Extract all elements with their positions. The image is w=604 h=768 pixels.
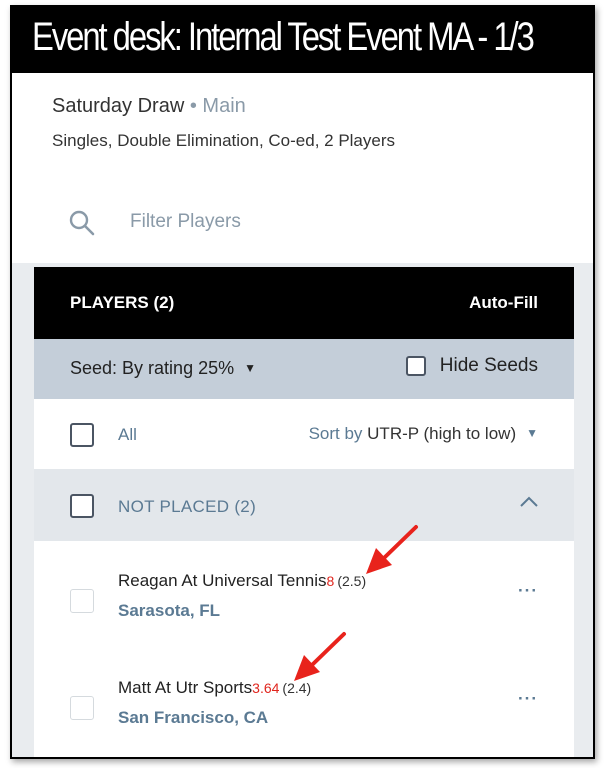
sort-by-label: Sort by [308, 424, 363, 443]
screenshot-frame: Event desk: Internal Test Event MA - 1/3… [10, 5, 595, 759]
draw-title: Saturday Draw [52, 95, 185, 117]
caret-down-icon: ▼ [244, 361, 256, 375]
not-placed-checkbox[interactable] [70, 494, 94, 518]
players-panel-header: PLAYERS (2) Auto-Fill [34, 267, 574, 339]
player-location: San Francisco, CA [118, 708, 269, 727]
annotation-arrow-icon [294, 632, 346, 681]
player-name-line: Matt At Utr Sports3.64 (2.4) [118, 678, 311, 698]
select-all-label[interactable]: All [118, 425, 137, 445]
draw-name: Saturday Draw • Main [52, 95, 246, 118]
sort-value: UTR-P (high to low) [367, 424, 517, 443]
player-checkbox[interactable] [70, 589, 94, 613]
draw-separator: • [189, 95, 197, 117]
auto-fill-button[interactable]: Auto-Fill [469, 293, 538, 313]
more-options-button[interactable]: ··· [518, 689, 538, 709]
player-rating: 8 [326, 573, 335, 589]
draw-header: Saturday Draw • Main Singles, Double Eli… [12, 73, 593, 263]
more-options-button[interactable]: ··· [518, 581, 538, 601]
draw-bracket: Main [202, 95, 246, 117]
not-placed-label: NOT PLACED (2) [118, 497, 257, 516]
hide-seeds-checkbox[interactable] [405, 356, 426, 376]
seed-bar: Seed: By rating 25% ▼ Hide Seeds [34, 339, 574, 399]
select-all-row: All Sort by UTR-P (high to low) ▼ [34, 399, 574, 469]
draw-details: Singles, Double Elimination, Co-ed, 2 Pl… [52, 131, 396, 150]
search-icon [69, 210, 95, 236]
chevron-up-icon[interactable] [518, 495, 540, 509]
seed-dropdown[interactable]: Seed: By rating 25% ▼ [70, 358, 256, 379]
sort-dropdown[interactable]: Sort by UTR-P (high to low) ▼ [309, 424, 538, 444]
seed-dropdown-label: Seed: By rating 25% [70, 358, 235, 378]
player-checkbox[interactable] [70, 696, 94, 720]
hide-seeds-toggle[interactable]: Hide Seeds [405, 355, 538, 377]
player-location: Sarasota, FL [118, 601, 221, 620]
player-rating: 3.64 [252, 680, 280, 696]
player-name: Matt At Utr Sports [118, 678, 253, 697]
player-name-line: Reagan At Universal Tennis8 (2.5) [118, 571, 366, 591]
players-count-title: PLAYERS (2) [70, 293, 175, 312]
select-all-checkbox[interactable] [70, 423, 94, 447]
caret-down-icon: ▼ [526, 426, 538, 440]
annotation-arrow-icon [366, 525, 418, 574]
player-name: Reagan At Universal Tennis [118, 571, 327, 590]
hide-seeds-label: Hide Seeds [439, 355, 538, 376]
page-title: Event desk: Internal Test Event MA - 1/3 [32, 15, 535, 59]
filter-players-input[interactable] [130, 211, 530, 233]
not-placed-group-header[interactable]: NOT PLACED (2) [34, 469, 574, 541]
title-bar: Event desk: Internal Test Event MA - 1/3 [12, 7, 593, 73]
